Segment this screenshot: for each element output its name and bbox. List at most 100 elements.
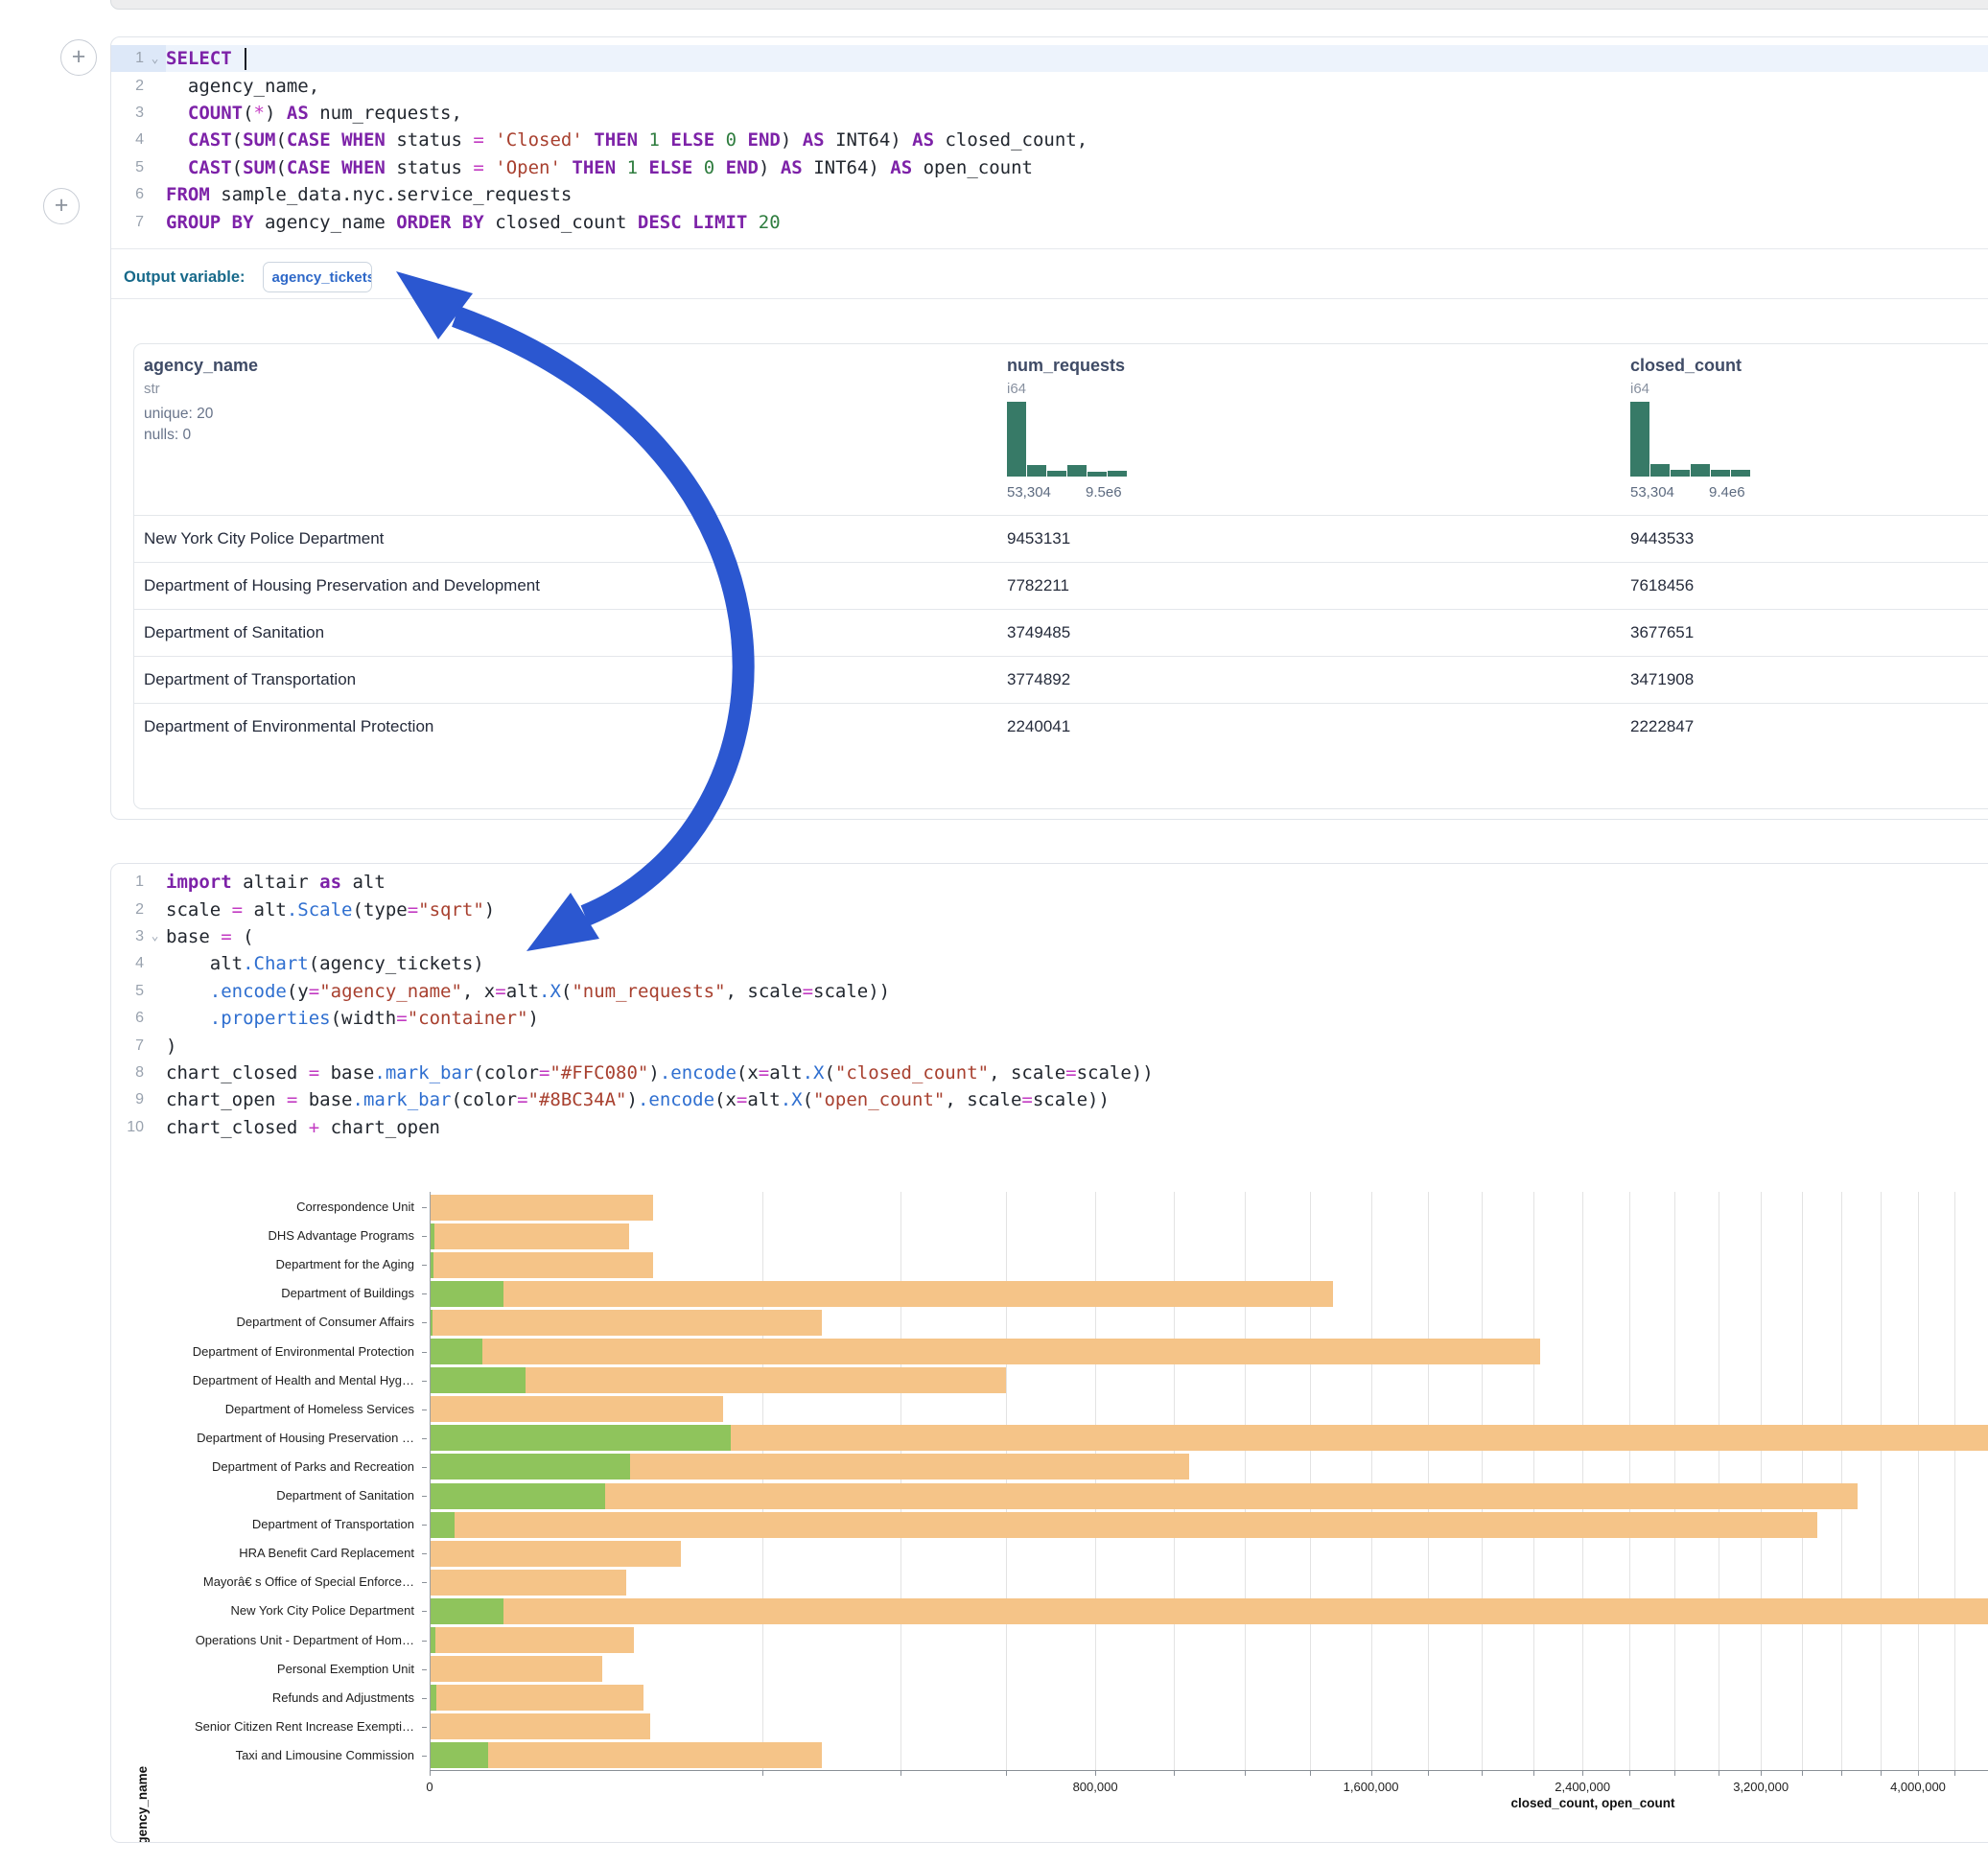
python-line[interactable]: 4 alt.Chart(agency_tickets): [111, 950, 1988, 977]
add-cell-button[interactable]: +: [43, 188, 80, 224]
bar-closed-count: [431, 1195, 653, 1221]
histogram-max-label: 9.5e6: [1086, 484, 1122, 501]
sql-code-editor[interactable]: 1⌄SELECT 2 agency_name,3 COUNT(*) AS num…: [111, 45, 1988, 236]
bar-open-count: [431, 1742, 488, 1768]
table-cell: New York City Police Department: [144, 516, 384, 562]
result-table: agency_namestr num_requestsi64 closed_coun…: [133, 343, 1988, 809]
table-row[interactable]: Department of Sanitation37494853677651: [134, 609, 1988, 656]
table-cell: 3749485: [1007, 610, 1070, 656]
gridline: [1674, 1192, 1675, 1770]
python-line[interactable]: 5 .encode(y="agency_name", x=alt.X("num_…: [111, 978, 1988, 1005]
y-tick: [422, 1207, 427, 1208]
gridline: [1371, 1192, 1372, 1770]
line-number: 2: [111, 78, 144, 95]
y-tick: [422, 1669, 427, 1670]
line-number: 7: [111, 1037, 144, 1055]
gridline: [762, 1192, 763, 1770]
gridline: [1428, 1192, 1429, 1770]
y-axis-label: Senior Citizen Rent Increase Exempti…: [111, 1719, 414, 1734]
y-axis-label: Department of Buildings: [111, 1286, 414, 1300]
sql-line[interactable]: 5 CAST(SUM(CASE WHEN status = 'Open' THE…: [111, 154, 1988, 181]
python-line[interactable]: 6 .properties(width="container"): [111, 1005, 1988, 1032]
bar-open-count: [431, 1252, 433, 1278]
table-cell: Department of Environmental Protection: [144, 704, 433, 750]
bar-closed-count: [431, 1281, 1333, 1307]
table-cell: 3774892: [1007, 657, 1070, 703]
add-cell-button[interactable]: +: [60, 39, 97, 76]
line-number: 5: [111, 159, 144, 176]
bar-closed-count: [431, 1512, 1817, 1538]
bar-closed-count: [431, 1396, 723, 1422]
y-tick: [422, 1525, 427, 1526]
altair-bar-chart: 0800,0001,600,0002,400,0003,200,0004,000…: [111, 1180, 1988, 1842]
python-line[interactable]: 8chart_closed = base.mark_bar(color="#FF…: [111, 1060, 1988, 1086]
y-axis-label: Department of Housing Preservation …: [111, 1431, 414, 1445]
python-code-editor[interactable]: 1import altair as alt2scale = alt.Scale(…: [111, 869, 1988, 1141]
bar-open-count: [431, 1627, 435, 1653]
table-row[interactable]: Department of Environmental Protection 22…: [134, 703, 1988, 750]
table-row[interactable]: Department of Housing Preservation and D…: [134, 562, 1988, 609]
gridline: [1841, 1192, 1842, 1770]
gridline: [1954, 1192, 1955, 1770]
table-row[interactable]: Department of Transportation377489234719…: [134, 656, 1988, 703]
histogram-max-label: 9.4e6: [1709, 484, 1745, 501]
y-axis-label: Mayorâ€ s Office of Special Enforce…: [111, 1574, 414, 1589]
python-line[interactable]: 9chart_open = base.mark_bar(color="#8BC3…: [111, 1086, 1988, 1113]
sql-line[interactable]: 6FROM sample_data.nyc.service_requests: [111, 181, 1988, 208]
gridline: [1802, 1192, 1803, 1770]
line-number: 8: [111, 1064, 144, 1082]
table-cell: 2222847: [1630, 704, 1694, 750]
fold-chevron-icon[interactable]: ⌄: [144, 929, 166, 944]
python-line[interactable]: 1import altair as alt: [111, 869, 1988, 896]
table-cell: 9443533: [1630, 516, 1694, 562]
y-tick: [422, 1641, 427, 1642]
output-variable-row: Output variable: agency_tickets: [124, 255, 372, 299]
fold-chevron-icon[interactable]: ⌄: [144, 52, 166, 66]
sql-line[interactable]: 7GROUP BY agency_name ORDER BY closed_co…: [111, 208, 1988, 235]
y-axis-label: Taxi and Limousine Commission: [111, 1748, 414, 1762]
gridline: [1918, 1192, 1919, 1770]
y-tick: [422, 1496, 427, 1497]
bar-open-count: [431, 1598, 503, 1624]
column-header-closed_count[interactable]: closed_counti64: [1630, 356, 1742, 397]
table-row[interactable]: New York City Police Department 9453131 94…: [134, 515, 1988, 562]
bar-open-count: [431, 1512, 455, 1538]
column-header-num_requests[interactable]: num_requestsi64: [1007, 356, 1125, 397]
y-axis-label: Correspondence Unit: [111, 1200, 414, 1214]
python-line[interactable]: 7): [111, 1032, 1988, 1059]
sql-line[interactable]: 2 agency_name,: [111, 72, 1988, 99]
table-cell: 3677651: [1630, 610, 1694, 656]
bar-closed-count: [431, 1252, 653, 1278]
y-tick: [422, 1727, 427, 1728]
table-cell: 7782211: [1007, 563, 1069, 609]
column-stats: unique: 20nulls: 0: [144, 404, 213, 446]
y-tick: [422, 1381, 427, 1382]
bar-closed-count: [431, 1742, 822, 1768]
x-tick-label: 2,400,000: [1555, 1780, 1610, 1794]
bar-open-count: [431, 1685, 436, 1711]
sql-line[interactable]: 4 CAST(SUM(CASE WHEN status = 'Closed' T…: [111, 127, 1988, 153]
line-number: 10: [111, 1119, 144, 1136]
sql-line[interactable]: 1⌄SELECT: [111, 45, 1988, 72]
bar-closed-count: [431, 1310, 822, 1336]
divider: [111, 298, 1988, 299]
x-axis-line: [430, 1770, 1988, 1771]
python-line[interactable]: 3⌄base = (: [111, 923, 1988, 950]
table-cell: 9453131: [1007, 516, 1070, 562]
bar-closed-count: [431, 1627, 634, 1653]
python-line[interactable]: 10chart_closed + chart_open: [111, 1114, 1988, 1141]
gridline: [1095, 1192, 1096, 1770]
y-tick: [422, 1467, 427, 1468]
python-line[interactable]: 2scale = alt.Scale(type="sqrt"): [111, 896, 1988, 922]
column-header-agency_name[interactable]: agency_namestr: [144, 356, 258, 397]
bar-closed-count: [431, 1223, 629, 1249]
bar-closed-count: [431, 1685, 643, 1711]
table-cell: 7618456: [1630, 563, 1694, 609]
sql-line[interactable]: 3 COUNT(*) AS num_requests,: [111, 100, 1988, 127]
table-cell: 3471908: [1630, 657, 1694, 703]
gridline: [1582, 1192, 1583, 1770]
y-axis-label: Department for the Aging: [111, 1257, 414, 1271]
y-axis-label: Department of Transportation: [111, 1517, 414, 1531]
y-tick: [422, 1352, 427, 1353]
output-variable-pill[interactable]: agency_tickets: [263, 262, 372, 292]
